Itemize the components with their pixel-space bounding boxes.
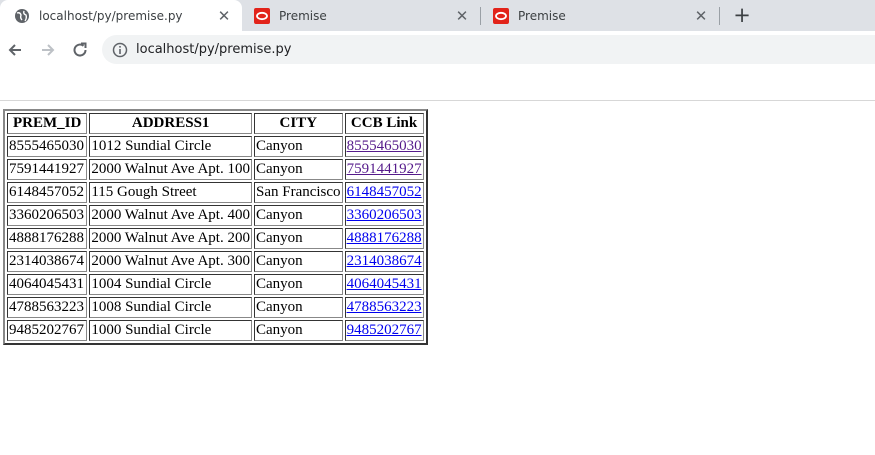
- city-cell: Canyon: [253, 205, 343, 226]
- close-tab-icon[interactable]: ✕: [216, 8, 232, 24]
- ccb-link-cell: 2314038674: [344, 251, 424, 272]
- toolbar-divider: [0, 100, 875, 101]
- info-icon[interactable]: [112, 42, 128, 58]
- ccb-link[interactable]: 2314038674: [347, 253, 422, 269]
- header-address1: ADDRESS1: [89, 113, 252, 134]
- address-bar[interactable]: localhost/py/premise.py: [102, 35, 875, 64]
- header-ccb-link: CCB Link: [344, 113, 424, 134]
- oracle-icon: [493, 7, 509, 24]
- city-cell: Canyon: [253, 320, 343, 341]
- prem-id-cell: 9485202767: [7, 320, 88, 341]
- table-row: 8555465030 1012 Sundial Circle Canyon 85…: [7, 136, 424, 157]
- prem-id-cell: 4788563223: [7, 297, 88, 318]
- table-row: 4064045431 1004 Sundial Circle Canyon 40…: [7, 274, 424, 295]
- table-row: 4788563223 1008 Sundial Circle Canyon 47…: [7, 297, 424, 318]
- ccb-link[interactable]: 8555465030: [347, 138, 422, 154]
- header-row: PREM_ID ADDRESS1 CITY CCB Link: [7, 113, 424, 134]
- address-cell: 1000 Sundial Circle: [89, 320, 252, 341]
- ccb-link-cell: 4888176288: [344, 228, 424, 249]
- prem-id-cell: 2314038674: [7, 251, 88, 272]
- header-prem-id: PREM_ID: [7, 113, 88, 134]
- table-row: 2314038674 2000 Walnut Ave Apt. 300 Cany…: [7, 251, 424, 272]
- header-city: CITY: [253, 113, 343, 134]
- address-cell: 1008 Sundial Circle: [89, 297, 252, 318]
- browser-toolbar: localhost/py/premise.py: [0, 31, 875, 69]
- ccb-link[interactable]: 4788563223: [347, 299, 422, 315]
- prem-id-cell: 4888176288: [7, 228, 88, 249]
- city-cell: Canyon: [253, 251, 343, 272]
- address-cell: 2000 Walnut Ave Apt. 100: [89, 159, 252, 180]
- address-cell: 115 Gough Street: [89, 182, 252, 203]
- city-cell: Canyon: [253, 159, 343, 180]
- tab-localhost[interactable]: localhost/py/premise.py ✕: [0, 0, 242, 31]
- address-cell: 2000 Walnut Ave Apt. 400: [89, 205, 252, 226]
- tab-separator: [719, 7, 720, 25]
- prem-id-cell: 3360206503: [7, 205, 88, 226]
- address-cell: 2000 Walnut Ave Apt. 200: [89, 228, 252, 249]
- table-row: 6148457052 115 Gough Street San Francisc…: [7, 182, 424, 203]
- premise-table: PREM_ID ADDRESS1 CITY CCB Link 855546503…: [3, 109, 428, 345]
- city-cell: Canyon: [253, 228, 343, 249]
- ccb-link[interactable]: 4064045431: [347, 276, 422, 292]
- new-tab-button[interactable]: +: [731, 4, 753, 26]
- address-cell: 1012 Sundial Circle: [89, 136, 252, 157]
- table-row: 3360206503 2000 Walnut Ave Apt. 400 Cany…: [7, 205, 424, 226]
- tab-title: Premise: [279, 8, 327, 23]
- city-cell: San Francisco: [253, 182, 343, 203]
- ccb-link-cell: 9485202767: [344, 320, 424, 341]
- page-content: PREM_ID ADDRESS1 CITY CCB Link 855546503…: [3, 109, 428, 345]
- forward-arrow-icon[interactable]: [36, 38, 60, 62]
- table-row: 9485202767 1000 Sundial Circle Canyon 94…: [7, 320, 424, 341]
- tab-premise-1[interactable]: Premise ✕: [240, 0, 480, 31]
- ccb-link[interactable]: 3360206503: [347, 207, 422, 223]
- ccb-link[interactable]: 9485202767: [347, 322, 422, 338]
- table-row: 4888176288 2000 Walnut Ave Apt. 200 Cany…: [7, 228, 424, 249]
- ccb-link-cell: 3360206503: [344, 205, 424, 226]
- address-cell: 2000 Walnut Ave Apt. 300: [89, 251, 252, 272]
- oracle-icon: [254, 7, 270, 24]
- table-row: 7591441927 2000 Walnut Ave Apt. 100 Cany…: [7, 159, 424, 180]
- close-tab-icon[interactable]: ✕: [693, 8, 709, 24]
- address-cell: 1004 Sundial Circle: [89, 274, 252, 295]
- back-arrow-icon[interactable]: [3, 38, 27, 62]
- ccb-link[interactable]: 4888176288: [347, 230, 422, 246]
- ccb-link[interactable]: 7591441927: [347, 161, 422, 177]
- address-text[interactable]: localhost/py/premise.py: [136, 42, 292, 57]
- ccb-link-cell: 8555465030: [344, 136, 424, 157]
- reload-icon[interactable]: [68, 38, 92, 62]
- ccb-link-cell: 6148457052: [344, 182, 424, 203]
- city-cell: Canyon: [253, 274, 343, 295]
- city-cell: Canyon: [253, 297, 343, 318]
- tab-title: localhost/py/premise.py: [39, 8, 183, 23]
- prem-id-cell: 6148457052: [7, 182, 88, 203]
- prem-id-cell: 7591441927: [7, 159, 88, 180]
- close-tab-icon[interactable]: ✕: [454, 8, 470, 24]
- ccb-link[interactable]: 6148457052: [347, 184, 422, 200]
- tab-strip: localhost/py/premise.py ✕ Premise ✕ Prem…: [0, 0, 875, 31]
- prem-id-cell: 8555465030: [7, 136, 88, 157]
- city-cell: Canyon: [253, 136, 343, 157]
- prem-id-cell: 4064045431: [7, 274, 88, 295]
- tab-premise-2[interactable]: Premise ✕: [479, 0, 719, 31]
- globe-icon: [14, 8, 30, 24]
- ccb-link-cell: 4788563223: [344, 297, 424, 318]
- ccb-link-cell: 7591441927: [344, 159, 424, 180]
- ccb-link-cell: 4064045431: [344, 274, 424, 295]
- tab-title: Premise: [518, 8, 566, 23]
